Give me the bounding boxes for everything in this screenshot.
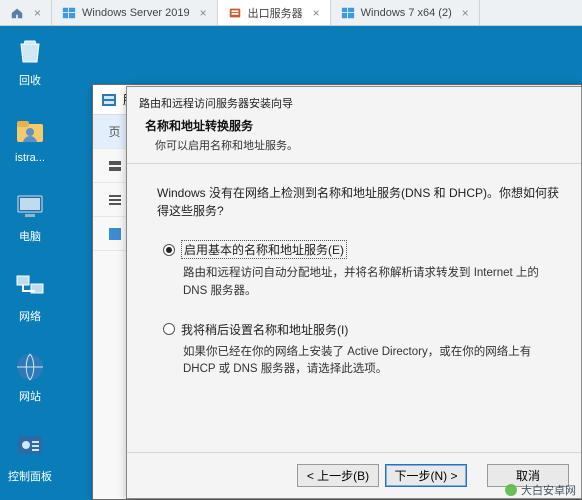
wizard-header: 名称和地址转换服务 你可以启用名称和地址服务。 [127, 113, 581, 164]
option-label: 我将稍后设置名称和地址服务(I) [181, 321, 348, 338]
wizard-lead-text: Windows 没有在网络上检测到名称和地址服务(DNS 和 DHCP)。你想如… [157, 184, 559, 220]
home-icon [10, 6, 24, 20]
icon-label: 回收 [7, 72, 53, 88]
desktop-icon-network[interactable]: 网络 [7, 270, 53, 324]
recycle-bin-icon [13, 34, 47, 68]
wizard-window-title: 路由和远程访问服务器安装向导 [139, 95, 293, 111]
wizard-heading: 名称和地址转换服务 [145, 117, 563, 134]
option-label: 启用基本的名称和地址服务(E) [181, 240, 347, 259]
tab-windows7-x64-2[interactable]: Windows 7 x64 (2) × [331, 0, 480, 25]
close-icon[interactable]: × [200, 6, 207, 20]
close-icon[interactable]: × [34, 6, 41, 20]
tab-home[interactable]: × [0, 0, 52, 25]
icon-label: 控制面板 [7, 468, 53, 484]
tab-label: Windows 7 x64 (2) [361, 7, 452, 19]
list-icon [107, 192, 123, 208]
tab-windows-server-2019[interactable]: Windows Server 2019 × [52, 0, 218, 25]
close-icon[interactable]: × [462, 6, 469, 20]
desktop-icon-control-panel[interactable]: 控制面板 [7, 430, 53, 484]
desktop-icon-sites[interactable]: 网站 [7, 350, 53, 404]
network-icon [13, 270, 47, 304]
watermark: 大白安卓网 [505, 482, 576, 498]
watermark-dot-icon [505, 484, 517, 496]
next-button[interactable]: 下一步(N) > [385, 464, 467, 487]
watermark-text: 大白安卓网 [521, 482, 576, 498]
tab-outbound-server[interactable]: 出口服务器 × [218, 0, 331, 25]
radio-button[interactable] [163, 323, 175, 335]
desktop-icon-this-pc[interactable]: 电脑 [7, 190, 53, 244]
option-description: 如果你已经在你的网络上安装了 Active Directory，或在你的网络上有… [163, 344, 559, 380]
desktop-icon-recycle-bin[interactable]: 回收 [7, 34, 53, 88]
role-icon [107, 226, 123, 242]
option-description: 路由和远程访问自动分配地址，并将名称解析请求转发到 Internet 上的 DN… [163, 265, 559, 301]
option-enable-basic-services[interactable]: 启用基本的名称和地址服务(E) 路由和远程访问自动分配地址，并将名称解析请求转发… [157, 240, 559, 301]
desktop-icon-administrator[interactable]: istra... [7, 114, 53, 164]
back-button[interactable]: < 上一步(B) [297, 464, 379, 487]
icon-label: 电脑 [7, 228, 53, 244]
tab-label: Windows Server 2019 [82, 7, 190, 19]
vm-tab-bar: × Windows Server 2019 × 出口服务器 × Windows … [0, 0, 582, 26]
rras-setup-wizard: 路由和远程访问服务器安装向导 名称和地址转换服务 你可以启用名称和地址服务。 W… [126, 86, 582, 499]
option-setup-later[interactable]: 我将稍后设置名称和地址服务(I) 如果你已经在你的网络上安装了 Active D… [157, 321, 559, 380]
server-icon [107, 158, 123, 174]
control-panel-icon [13, 430, 47, 464]
icon-label: istra... [7, 152, 53, 164]
tab-label: 出口服务器 [248, 5, 303, 21]
wizard-subheading: 你可以启用名称和地址服务。 [145, 137, 563, 153]
close-icon[interactable]: × [313, 6, 320, 20]
windows-icon [62, 6, 76, 20]
wizard-titlebar[interactable]: 路由和远程访问服务器安装向导 [127, 87, 581, 113]
icon-label: 网络 [7, 308, 53, 324]
icon-label: 网站 [7, 388, 53, 404]
server-icon [228, 6, 242, 20]
wizard-body: Windows 没有在网络上检测到名称和地址服务(DNS 和 DHCP)。你想如… [127, 164, 581, 452]
globe-icon [13, 350, 47, 384]
desktop: 回收 istra... 电脑 网络 网站 控制面板 [0, 26, 60, 500]
windows-icon [341, 6, 355, 20]
server-manager-icon [101, 92, 117, 108]
radio-button[interactable] [163, 244, 175, 256]
computer-icon [13, 190, 47, 224]
user-folder-icon [13, 114, 47, 148]
